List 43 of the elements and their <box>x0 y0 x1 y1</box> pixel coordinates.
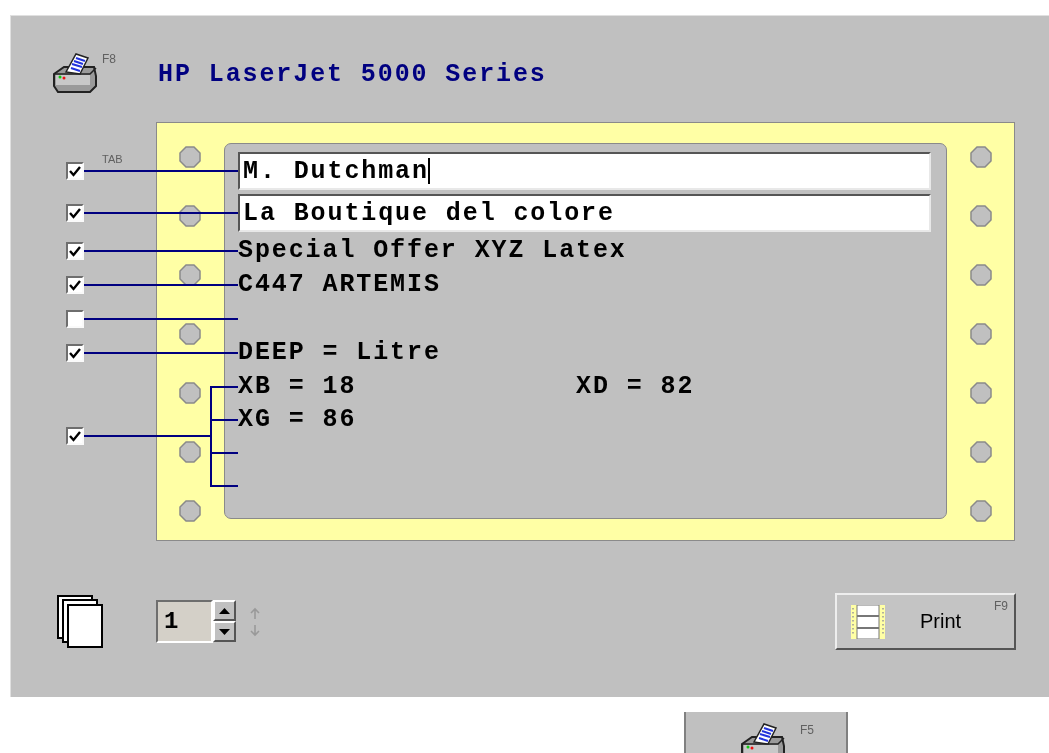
print-button[interactable]: Print F9 <box>835 593 1016 650</box>
perforation-hole <box>179 264 202 286</box>
checkbox[interactable] <box>66 204 84 222</box>
print-text: XD = 82 <box>576 371 695 402</box>
checkbox[interactable] <box>66 310 84 328</box>
checkbox[interactable] <box>66 344 84 362</box>
input-field[interactable]: M. Dutchman <box>238 152 931 190</box>
decrement-button[interactable] <box>213 621 236 642</box>
printer-icon[interactable] <box>738 720 788 753</box>
shortcut-label: F8 <box>102 52 116 66</box>
down-triangle-icon <box>219 628 230 635</box>
print-text: Special Offer XYZ Latex <box>238 236 627 266</box>
print-text: DEEP = Litre <box>238 338 441 368</box>
paper-feed-icon <box>851 604 885 639</box>
print-text: XG = 86 <box>238 404 357 435</box>
copies-field[interactable]: 1 <box>156 600 213 643</box>
perforation-hole <box>969 500 992 522</box>
perforation-hole <box>179 441 202 463</box>
printer-name: HP LaserJet 5000 Series <box>158 60 547 89</box>
perforation-hole <box>969 441 992 463</box>
checkbox[interactable] <box>66 242 84 260</box>
perforation-hole <box>969 146 992 168</box>
print-text: XB = 18 <box>238 371 358 402</box>
up-down-arrows-icon <box>250 606 260 637</box>
perforation-hole <box>179 500 202 522</box>
print-text: C447 ARTEMIS <box>238 270 441 300</box>
pages-icon <box>57 594 104 649</box>
checkbox[interactable] <box>66 276 84 294</box>
input-field[interactable]: La Boutique del colore <box>238 194 931 232</box>
up-triangle-icon <box>219 607 230 614</box>
perforation-hole <box>969 264 992 286</box>
perforation-hole <box>179 323 202 345</box>
perforation-hole <box>969 323 992 345</box>
perforation-hole <box>179 146 202 168</box>
perforation-hole <box>969 382 992 404</box>
tab-hint: TAB <box>102 153 123 165</box>
shortcut-label: F5 <box>800 723 814 737</box>
perforation-hole <box>179 382 202 404</box>
increment-button[interactable] <box>213 600 236 621</box>
checkbox[interactable] <box>66 162 84 180</box>
printer-icon[interactable] <box>50 50 100 96</box>
checkbox[interactable] <box>66 427 84 445</box>
perforation-hole <box>969 205 992 227</box>
